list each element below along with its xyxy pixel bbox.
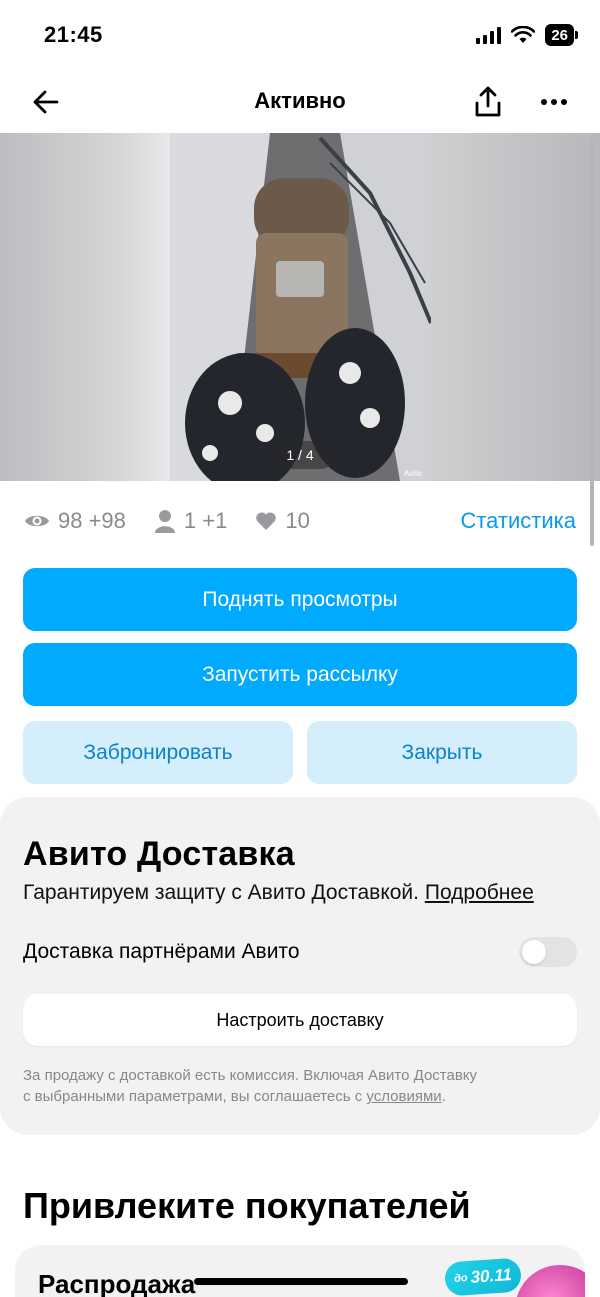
delivery-title: Авито Доставка — [23, 835, 295, 873]
photo-counter: 1 / 4 — [265, 441, 335, 469]
sale-card-title: Распродажа — [38, 1269, 196, 1297]
more-icon — [541, 99, 567, 105]
note-line-1: За продажу с доставкой есть комиссия. Вк… — [23, 1067, 478, 1084]
reserve-button[interactable]: Забронировать — [23, 721, 293, 784]
delivery-subtitle: Гарантируем защиту с Авито Доставкой. По… — [23, 881, 534, 905]
partners-delivery-toggle[interactable] — [519, 937, 577, 967]
terms-link[interactable]: условиями — [366, 1088, 441, 1105]
badge-prefix: до — [453, 1272, 469, 1286]
note-period: . — [441, 1088, 446, 1105]
person-icon — [154, 510, 175, 533]
delivery-more-link[interactable]: Подробнее — [425, 881, 534, 904]
note-line-2: с выбранными параметрами, вы соглашаетес… — [23, 1088, 363, 1105]
views-stat: 98 +98 — [24, 508, 126, 534]
wifi-icon — [511, 26, 536, 43]
delivery-card: Авито Доставка Гарантируем защиту с Авит… — [0, 797, 600, 1135]
more-button[interactable] — [534, 82, 574, 122]
cellular-signal-icon — [476, 26, 502, 44]
share-icon — [475, 86, 501, 117]
sale-date-badge: до 30.11 — [443, 1257, 523, 1297]
contacts-count: 1 +1 — [183, 508, 228, 533]
status-time: 21:45 — [44, 22, 103, 47]
close-listing-button[interactable]: Закрыть — [307, 721, 577, 784]
partners-delivery-label: Доставка партнёрами Авито — [23, 940, 300, 963]
home-indicator[interactable] — [194, 1278, 408, 1285]
badge-date: 30.11 — [469, 1265, 513, 1287]
sale-promo-card[interactable]: Распродажа до 30.11 — [15, 1245, 585, 1297]
listing-photo[interactable]: Avito — [170, 133, 431, 481]
favorites-stat: 10 — [255, 508, 310, 534]
heart-icon — [256, 512, 277, 530]
start-mailing-button[interactable]: Запустить рассылку — [23, 643, 577, 706]
setup-delivery-button[interactable]: Настроить доставку — [23, 994, 577, 1046]
share-button[interactable] — [468, 82, 508, 122]
eye-icon — [25, 515, 49, 527]
scrollbar[interactable] — [590, 138, 594, 546]
listing-stats: 98 +98 1 +1 10 Статистика — [24, 503, 576, 539]
delivery-subtitle-text: Гарантируем защиту с Авито Доставкой. — [23, 881, 419, 904]
statistics-link[interactable]: Статистика — [460, 508, 576, 534]
toggle-knob — [522, 940, 546, 964]
battery-indicator: 26 — [545, 24, 578, 46]
nav-bar: Активно — [0, 70, 600, 132]
delivery-commission-note: За продажу с доставкой есть комиссия. Вк… — [23, 1065, 543, 1107]
page-title: Активно — [254, 88, 346, 113]
views-count: 98 +98 — [58, 508, 126, 533]
photo-gallery[interactable]: Avito — [0, 133, 600, 481]
photo-watermark: Avito — [404, 469, 422, 478]
raise-views-button[interactable]: Поднять просмотры — [23, 568, 577, 631]
stroller-photo-image: Avito — [170, 133, 431, 481]
promo-decoration — [515, 1265, 585, 1297]
status-icons: 26 — [476, 24, 578, 46]
favorites-count: 10 — [285, 508, 310, 533]
partners-delivery-row: Доставка партнёрами Авито — [23, 937, 577, 967]
status-bar: 21:45 26 — [0, 0, 600, 70]
promo-section-title: Привлеките покупателей — [23, 1185, 471, 1226]
contacts-stat: 1 +1 — [154, 508, 227, 534]
